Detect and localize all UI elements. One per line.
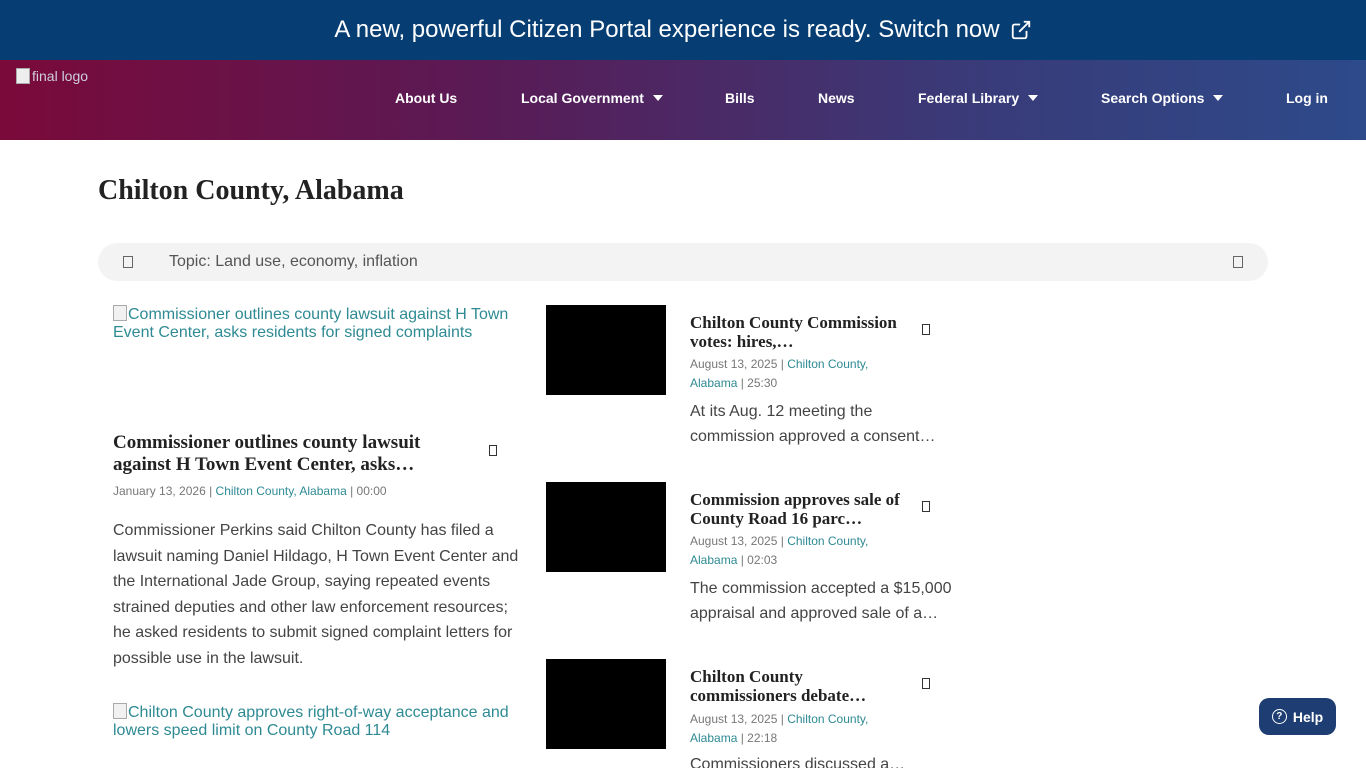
site-logo[interactable]: final logo xyxy=(16,68,88,84)
card-title[interactable]: Chilton County commissioners debate… xyxy=(690,667,905,705)
nav-about-us[interactable]: About Us xyxy=(395,90,457,106)
separator: | xyxy=(346,484,357,498)
nav-news-label: News xyxy=(818,90,855,106)
video-thumbnail[interactable] xyxy=(546,659,666,749)
caret-down-icon xyxy=(1028,95,1039,101)
second-feature-image-alt: Chilton County approves right-of-way acc… xyxy=(113,704,509,739)
feature-state-link[interactable]: Alabama xyxy=(299,484,346,498)
help-label: Help xyxy=(1292,708,1324,725)
topic-text: Topic: Land use, economy, inflation xyxy=(169,253,418,270)
previous-topic-icon[interactable] xyxy=(123,256,133,268)
feature-description: Commissioner Perkins said Chilton County… xyxy=(113,522,519,667)
card-description: The commission accepted a $15,000 apprai… xyxy=(690,580,952,622)
page-title: Chilton County, Alabama xyxy=(98,175,404,206)
nav-about-us-label: About Us xyxy=(395,90,458,106)
nav-local-government-label: Local Government xyxy=(521,90,644,106)
caret-down-icon xyxy=(1213,95,1224,101)
nav-log-in-label: Log in xyxy=(1286,90,1328,106)
feature-image[interactable]: Commissioner outlines county lawsuit aga… xyxy=(113,305,523,342)
card-description: At its Aug. 12 meeting the commission ap… xyxy=(690,403,936,445)
feature-county-link[interactable]: Chilton County, xyxy=(216,484,297,498)
nav-local-government[interactable]: Local Government xyxy=(521,90,663,106)
card-meta: August 13, 2025 | Chilton County, Alabama… xyxy=(690,712,869,745)
card-county-link[interactable]: Chilton County, xyxy=(787,357,868,371)
bookmark-icon[interactable] xyxy=(489,445,497,456)
nav-federal-library[interactable]: Federal Library xyxy=(918,90,1039,106)
card-state-link[interactable]: Alabama xyxy=(690,376,737,390)
card-meta: August 13, 2025 | Chilton County, Alabama… xyxy=(690,534,869,567)
feature-title[interactable]: Commissioner outlines county lawsuit aga… xyxy=(113,432,463,476)
card-title[interactable]: Commission approves sale of County Road … xyxy=(690,490,905,528)
next-topic-icon[interactable] xyxy=(1233,256,1243,268)
video-thumbnail[interactable] xyxy=(546,482,666,572)
help-button[interactable]: ? Help xyxy=(1259,698,1336,735)
caret-down-icon xyxy=(652,95,663,101)
feature-duration: 00:00 xyxy=(356,484,387,498)
portal-switch-banner[interactable]: A new, powerful Citizen Portal experienc… xyxy=(0,0,1366,60)
card-state-link[interactable]: Alabama xyxy=(690,731,737,745)
banner-text[interactable]: A new, powerful Citizen Portal experienc… xyxy=(334,16,999,44)
card-duration: 22:18 xyxy=(747,731,778,745)
nav-search-options-label: Search Options xyxy=(1101,90,1205,106)
broken-image-icon xyxy=(113,305,127,321)
card-duration: 25:30 xyxy=(747,376,778,390)
card-county-link[interactable]: Chilton County, xyxy=(787,534,868,548)
card-description: Commissioners discussed a… xyxy=(690,756,906,768)
nav-news[interactable]: News xyxy=(818,90,855,106)
broken-image-icon xyxy=(113,703,127,719)
feature-meta: January 13, 2026 | Chilton County, Alaba… xyxy=(113,482,513,501)
separator: | xyxy=(205,484,216,498)
card-state-link[interactable]: Alabama xyxy=(690,553,737,567)
nav-log-in[interactable]: Log in xyxy=(1286,90,1328,106)
card-title[interactable]: Chilton County Commission votes: hires,… xyxy=(690,313,905,351)
nav-bills-label: Bills xyxy=(725,90,755,106)
card-duration: 02:03 xyxy=(747,553,778,567)
video-thumbnail[interactable] xyxy=(546,305,666,395)
nav-federal-library-label: Federal Library xyxy=(918,90,1020,106)
broken-image-icon xyxy=(16,68,30,84)
card-meta: August 13, 2025 | Chilton County, Alabama… xyxy=(690,357,869,390)
nav-search-options[interactable]: Search Options xyxy=(1101,90,1224,106)
question-circle-icon: ? xyxy=(1271,709,1287,724)
card-date: August 13, 2025 xyxy=(690,357,778,371)
bookmark-icon[interactable] xyxy=(922,324,930,335)
external-link-icon xyxy=(1010,19,1032,41)
nav-bills[interactable]: Bills xyxy=(725,90,755,106)
feature-date: January 13, 2026 xyxy=(113,484,206,498)
logo-alt-text: final logo xyxy=(32,68,89,84)
card-county-link[interactable]: Chilton County, xyxy=(787,712,868,726)
site-header: final logo About Us Local Government Bil… xyxy=(0,60,1366,140)
card-date: August 13, 2025 xyxy=(690,534,778,548)
feature-image-alt: Commissioner outlines county lawsuit aga… xyxy=(113,306,509,341)
card-date: August 13, 2025 xyxy=(690,712,778,726)
bookmark-icon[interactable] xyxy=(922,678,930,689)
topic-bar[interactable]: Topic: Land use, economy, inflation xyxy=(98,243,1268,281)
bookmark-icon[interactable] xyxy=(922,501,930,512)
second-feature-image[interactable]: Chilton County approves right-of-way acc… xyxy=(113,703,523,740)
